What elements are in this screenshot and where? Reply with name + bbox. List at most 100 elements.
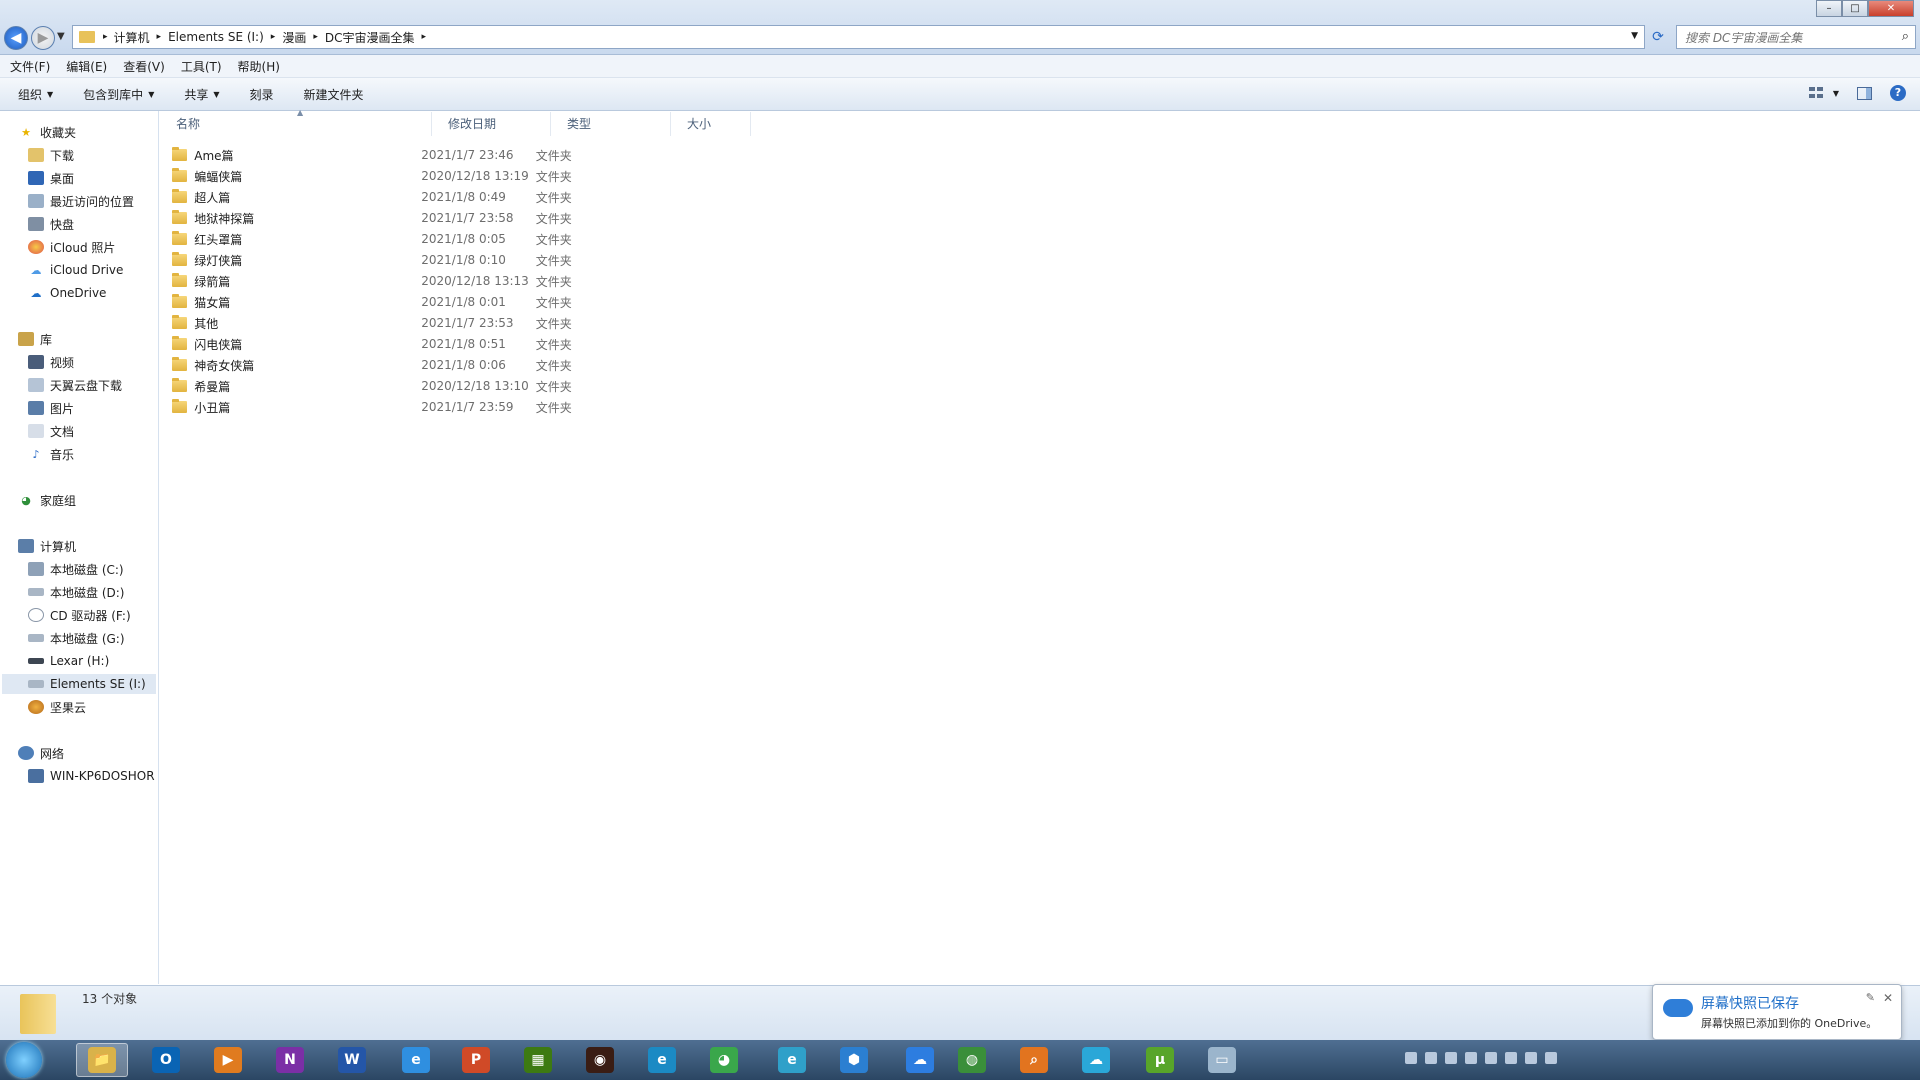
burn-button[interactable]: 刻录 — [250, 86, 274, 103]
nav-homegroup[interactable]: ◕ 家庭组 — [18, 490, 76, 510]
breadcrumb-item[interactable]: 漫画 — [282, 29, 306, 46]
taskbar-app-button[interactable]: e — [766, 1043, 818, 1077]
menu-view[interactable]: 查看(V) — [123, 58, 165, 75]
address-dropdown-icon[interactable]: ▼ — [1631, 31, 1638, 41]
nav-item-desktop[interactable]: 桌面 — [28, 168, 74, 188]
column-name[interactable]: 名称 — [160, 112, 432, 136]
nav-item-drive-g[interactable]: 本地磁盘 (G:) — [28, 628, 125, 648]
breadcrumb-item[interactable]: DC宇宙漫画全集 — [325, 29, 415, 46]
file-row[interactable]: 红头罩篇 2021/1/8 0:05 文件夹 — [172, 229, 612, 249]
file-row[interactable]: 绿灯侠篇 2021/1/8 0:10 文件夹 — [172, 250, 612, 270]
include-in-library-button[interactable]: 包含到库中 ▼ — [83, 86, 154, 103]
tray-icon[interactable] — [1425, 1052, 1437, 1064]
taskbar-app-button[interactable]: ☁ — [894, 1043, 946, 1077]
search-input[interactable] — [1683, 27, 1887, 49]
file-row[interactable]: 猫女篇 2021/1/8 0:01 文件夹 — [172, 292, 612, 312]
taskbar-app-button[interactable]: W — [326, 1043, 378, 1077]
column-date-modified[interactable]: 修改日期 — [432, 112, 551, 136]
file-row[interactable]: 地狱神探篇 2021/1/7 23:58 文件夹 — [172, 208, 612, 228]
menu-file[interactable]: 文件(F) — [10, 58, 50, 75]
start-button[interactable] — [6, 1042, 42, 1078]
file-row[interactable]: 蝙蝠侠篇 2020/12/18 13:19 文件夹 — [172, 166, 612, 186]
nav-libraries[interactable]: 库 — [18, 329, 52, 349]
share-button[interactable]: 共享 ▼ — [184, 86, 219, 103]
new-folder-button[interactable]: 新建文件夹 — [304, 86, 364, 103]
tray-icon[interactable] — [1525, 1052, 1537, 1064]
menu-help[interactable]: 帮助(H) — [238, 58, 280, 75]
forward-button[interactable]: ▶ — [31, 26, 55, 50]
nav-item-onedrive[interactable]: ☁ OneDrive — [28, 283, 107, 303]
change-view-button[interactable]: ▼ — [1808, 87, 1839, 99]
nav-item-recent-places[interactable]: 最近访问的位置 — [28, 191, 134, 211]
tray-icon[interactable] — [1465, 1052, 1477, 1064]
taskbar-app-button[interactable]: µ — [1134, 1043, 1186, 1077]
help-icon[interactable]: ? — [1890, 85, 1906, 101]
nav-item-music[interactable]: ♪ 音乐 — [28, 444, 74, 464]
file-row[interactable]: 其他 2021/1/7 23:53 文件夹 — [172, 313, 612, 333]
nav-network[interactable]: 网络 — [18, 743, 64, 763]
file-row[interactable]: 小丑篇 2021/1/7 23:59 文件夹 — [172, 397, 612, 417]
maximize-button[interactable]: □ — [1842, 0, 1868, 17]
nav-item-drive-i[interactable]: Elements SE (I:) — [2, 674, 156, 694]
nav-item-jianguoyun[interactable]: 坚果云 — [28, 697, 86, 717]
tray-icon[interactable] — [1445, 1052, 1457, 1064]
chevron-right-icon[interactable]: ▸ — [271, 32, 276, 42]
organize-button[interactable]: 组织 ▼ — [18, 86, 53, 103]
taskbar-app-button[interactable]: e — [390, 1043, 442, 1077]
nav-item-drive-c[interactable]: 本地磁盘 (C:) — [28, 559, 124, 579]
taskbar-app-button[interactable]: N — [264, 1043, 316, 1077]
close-icon[interactable]: ✕ — [1883, 991, 1893, 1005]
nav-item-drive-h[interactable]: Lexar (H:) — [28, 651, 109, 671]
nav-item-icloud-photos[interactable]: iCloud 照片 — [28, 237, 115, 257]
recent-pages-dropdown[interactable]: ▼ — [57, 31, 65, 42]
taskbar-app-button[interactable]: e — [636, 1043, 688, 1077]
tray-icon[interactable] — [1545, 1052, 1557, 1064]
taskbar-app-button[interactable]: ☁ — [1070, 1043, 1122, 1077]
file-row[interactable]: 超人篇 2021/1/8 0:49 文件夹 — [172, 187, 612, 207]
nav-item-tianyi-downloads[interactable]: 天翼云盘下载 — [28, 375, 122, 395]
taskbar-app-button[interactable]: 📁 — [76, 1043, 128, 1077]
nav-item-pictures[interactable]: 图片 — [28, 398, 74, 418]
breadcrumb-item[interactable]: 计算机 — [114, 29, 150, 46]
taskbar-app-button[interactable]: ◍ — [946, 1043, 998, 1077]
menu-edit[interactable]: 编辑(E) — [66, 58, 107, 75]
onedrive-notification[interactable]: 屏幕快照已保存 屏幕快照已添加到你的 OneDrive。 ✎ ✕ — [1652, 984, 1902, 1040]
search-box[interactable]: ⌕ — [1676, 25, 1916, 49]
column-size[interactable]: 大小 — [671, 112, 751, 136]
refresh-button[interactable]: ⟳ — [1648, 27, 1668, 47]
chevron-down-icon[interactable]: ▼ — [1833, 89, 1839, 98]
file-row[interactable]: 希曼篇 2020/12/18 13:10 文件夹 — [172, 376, 612, 396]
chevron-right-icon[interactable]: ▸ — [422, 32, 427, 42]
nav-item-network-pc[interactable]: WIN-KP6DOSHOR — [28, 766, 155, 786]
close-button[interactable]: ✕ — [1868, 0, 1914, 17]
tray-icon[interactable] — [1405, 1052, 1417, 1064]
search-icon[interactable]: ⌕ — [1902, 29, 1909, 44]
taskbar-app-button[interactable]: ⌕ — [1008, 1043, 1060, 1077]
taskbar-app-button[interactable]: ◕ — [698, 1043, 750, 1077]
nav-item-videos[interactable]: 视频 — [28, 352, 74, 372]
nav-item-drive-f[interactable]: CD 驱动器 (F:) — [28, 605, 131, 625]
nav-item-drive-d[interactable]: 本地磁盘 (D:) — [28, 582, 124, 602]
taskbar-app-button[interactable]: O — [140, 1043, 192, 1077]
breadcrumb-item[interactable]: Elements SE (I:) — [168, 30, 264, 44]
nav-item-downloads[interactable]: 下载 — [28, 145, 74, 165]
preview-pane-icon[interactable] — [1857, 86, 1872, 100]
back-button[interactable]: ◀ — [4, 26, 28, 50]
address-bar[interactable]: ▸ 计算机 ▸ Elements SE (I:) ▸ 漫画 ▸ DC宇宙漫画全集 ▸ ▼ — [72, 25, 1645, 49]
chevron-right-icon[interactable]: ▸ — [313, 32, 318, 42]
tray-icon[interactable] — [1505, 1052, 1517, 1064]
taskbar-app-button[interactable]: ▦ — [512, 1043, 564, 1077]
tray-icon[interactable] — [1485, 1052, 1497, 1064]
taskbar-app-button[interactable]: ⬢ — [828, 1043, 880, 1077]
nav-favorites[interactable]: ★ 收藏夹 — [18, 122, 76, 142]
menu-tools[interactable]: 工具(T) — [181, 58, 222, 75]
taskbar-app-button[interactable]: P — [450, 1043, 502, 1077]
file-row[interactable]: 神奇女侠篇 2021/1/8 0:06 文件夹 — [172, 355, 612, 375]
nav-item-kuaipan[interactable]: 快盘 — [28, 214, 74, 234]
taskbar-app-button[interactable]: ▶ — [202, 1043, 254, 1077]
file-row[interactable]: 闪电侠篇 2021/1/8 0:51 文件夹 — [172, 334, 612, 354]
file-row[interactable]: Ame篇 2021/1/7 23:46 文件夹 — [172, 145, 612, 165]
taskbar-app-button[interactable]: ▭ — [1196, 1043, 1248, 1077]
nav-computer[interactable]: 计算机 — [18, 536, 76, 556]
taskbar-app-button[interactable]: ◉ — [574, 1043, 626, 1077]
